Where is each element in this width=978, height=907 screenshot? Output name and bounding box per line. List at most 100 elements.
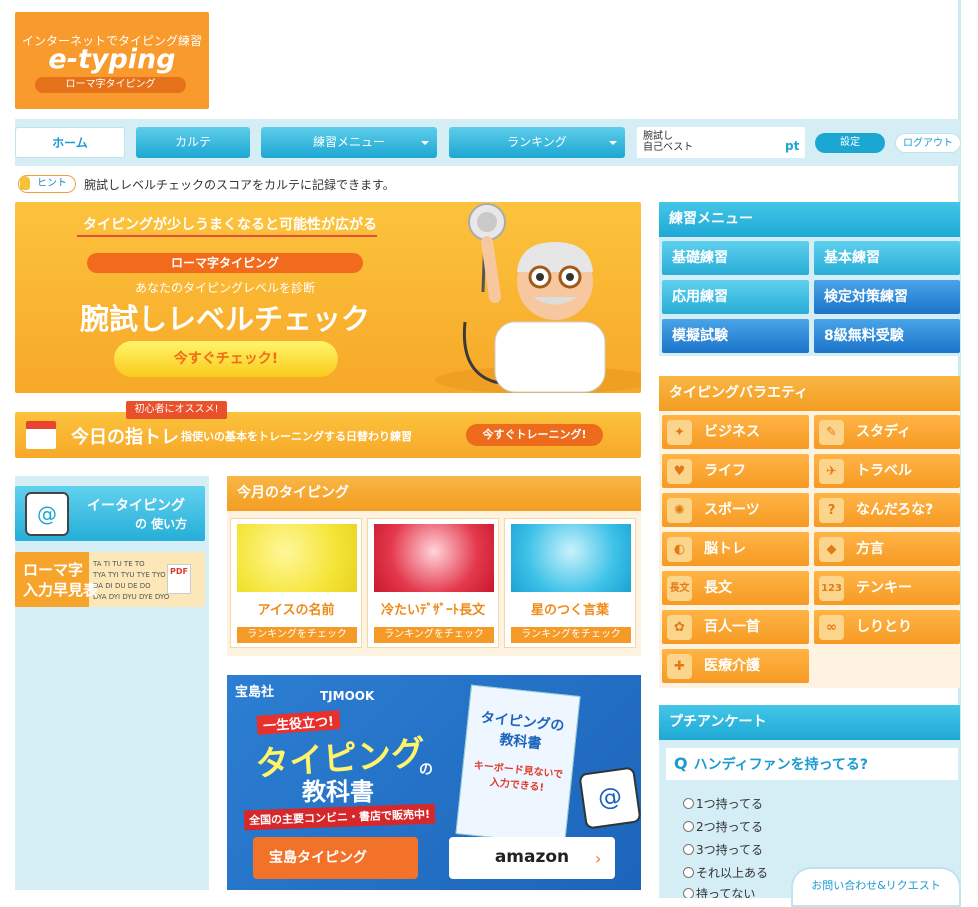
book-cover-title: タイピングの教科書	[479, 709, 566, 753]
doctor-illustration	[435, 203, 641, 393]
train-now-button[interactable]: 今すぐトレーニング!	[466, 424, 603, 446]
radio-button[interactable]	[683, 821, 694, 832]
practice-free-exam-button[interactable]: 8級無料受験	[814, 319, 960, 353]
survey-option[interactable]: 持ってない	[683, 885, 755, 898]
nav-home-button[interactable]: ホーム	[15, 127, 125, 158]
variety-label: トラベル	[856, 463, 912, 479]
pdf-icon: PDF	[167, 564, 191, 594]
score-label-1: 腕試し	[643, 131, 673, 142]
ad-title2: 教科書	[302, 778, 374, 806]
variety-label: 脳トレ	[704, 541, 746, 557]
nav-practice-dropdown[interactable]: 練習メニュー	[261, 127, 437, 158]
ranking-check-button[interactable]: ランキングをチェック	[511, 627, 631, 643]
radio-button[interactable]	[683, 888, 694, 898]
q-icon: Q	[674, 754, 688, 773]
survey-option[interactable]: 1つ持ってる	[683, 795, 763, 812]
radio-button[interactable]	[683, 844, 694, 855]
logo-name: e-typing	[48, 44, 176, 75]
amazon-button[interactable]: amazon	[449, 837, 615, 879]
ranking-check-button[interactable]: ランキングをチェック	[237, 627, 357, 643]
variety-study[interactable]: ✎ スタディ	[814, 415, 960, 449]
variety-label: 百人一首	[704, 619, 760, 635]
practice-mock-exam-button[interactable]: 模擬試験	[662, 319, 809, 353]
karuta-icon: ✿	[667, 615, 692, 640]
numbers-icon: 123	[819, 576, 844, 601]
chevron-down-icon	[421, 141, 429, 145]
variety-dialect[interactable]: ◆ 方言	[814, 532, 960, 566]
monthly-card-title: 冷たいﾃﾞｻﾞｰﾄ長文	[380, 603, 485, 618]
variety-long-text[interactable]: 長文 長文	[662, 571, 809, 605]
hint-text: 腕試しレベルチェックのスコアをカルテに記録できます。	[84, 178, 395, 192]
monthly-card-title: 星のつく言葉	[530, 603, 609, 618]
check-now-button[interactable]: 今すぐチェック!	[114, 341, 338, 377]
ice-blue-image	[511, 524, 631, 592]
practice-applied-button[interactable]: 応用練習	[662, 280, 809, 314]
daily-training-banner[interactable]: 今日の指トレ 指使いの基本をトレーニングする日替わり練習 今すぐトレーニング!	[15, 412, 641, 458]
necktie-icon: ✦	[667, 420, 692, 445]
racket-icon: ✺	[667, 498, 692, 523]
long-text-icon: 長文	[667, 576, 692, 601]
monthly-card-dessert[interactable]: 冷たいﾃﾞｻﾞｰﾄ長文 ランキングをチェック	[367, 518, 499, 648]
variety-tenkey[interactable]: 123 テンキー	[814, 571, 960, 605]
practice-exam-prep-button[interactable]: 検定対策練習	[814, 280, 960, 314]
romaji-line1: ローマ字	[23, 561, 84, 579]
banner-title: 腕試しレベルチェック	[79, 302, 370, 336]
nav-karte-button[interactable]: カルテ	[136, 127, 250, 158]
takarajima-typing-button[interactable]: 宝島タイピング	[253, 837, 418, 879]
monthly-card-title: アイスの名前	[257, 603, 335, 618]
variety-label: しりとり	[856, 619, 912, 635]
variety-label: スポーツ	[704, 502, 760, 518]
variety-hyakunin[interactable]: ✿ 百人一首	[662, 610, 809, 644]
variety-travel[interactable]: ✈ トラベル	[814, 454, 960, 488]
site-logo[interactable]: インターネットでタイピング練習 e-typing ローマ字タイピング	[15, 12, 209, 109]
survey-option[interactable]: 3つ持ってる	[683, 841, 763, 858]
logout-button[interactable]: ログアウト	[895, 133, 961, 153]
radio-button[interactable]	[683, 867, 694, 878]
variety-label: 方言	[856, 541, 884, 557]
variety-brain[interactable]: ◐ 脳トレ	[662, 532, 809, 566]
variety-shiritori[interactable]: ∞ しりとり	[814, 610, 960, 644]
level-check-banner[interactable]: タイピングが少しうまくなると可能性が広がる ローマ字タイピング あなたのタイピン…	[15, 202, 641, 393]
usage-line2: の 使い方	[135, 517, 188, 531]
ad-mook: TJMOOK	[320, 689, 375, 703]
nav-ranking-dropdown[interactable]: ランキング	[449, 127, 625, 158]
variety-mystery[interactable]: ? なんだろな?	[814, 493, 960, 527]
calendar-icon	[26, 421, 56, 449]
banner-badge: ローマ字タイピング	[87, 253, 363, 273]
variety-business[interactable]: ✦ ビジネス	[662, 415, 809, 449]
survey-option-label: 持ってない	[696, 887, 756, 898]
practice-fundamental-button[interactable]: 基本練習	[814, 241, 960, 275]
variety-label: なんだろな?	[856, 502, 934, 518]
monthly-card-star[interactable]: 星のつく言葉 ランキングをチェック	[504, 518, 636, 648]
settings-button[interactable]: 設定	[815, 133, 885, 153]
ice-red-image	[374, 524, 494, 592]
survey-option[interactable]: 2つ持ってる	[683, 818, 763, 835]
banner-lead: あなたのタイピングレベルを診断	[134, 281, 315, 295]
survey-option-label: 3つ持ってる	[696, 843, 764, 857]
variety-medical[interactable]: ✚ 医療介護	[662, 649, 809, 683]
variety-life[interactable]: ♥ ライフ	[662, 454, 809, 488]
ranking-check-button[interactable]: ランキングをチェック	[374, 627, 494, 643]
logo-sub: ローマ字タイピング	[35, 77, 186, 93]
score-label-2: 自己ベスト	[643, 142, 694, 153]
usage-guide-banner[interactable]: @ イータイピング の 使い方	[15, 486, 205, 541]
chevron-right-icon: ›	[595, 849, 602, 868]
romaji-chart-banner[interactable]: TA TI TU TE TO TYA TYI TYU TYE TYO DA DI D…	[15, 552, 205, 607]
radio-button[interactable]	[683, 798, 694, 809]
variety-label: テンキー	[856, 580, 912, 596]
book-ad-banner[interactable]: 宝島社 TJMOOK 一生役立つ! タイピング の 教科書 全国の主要コンビニ・…	[227, 675, 641, 890]
variety-heading: タイピングバラエティ	[659, 376, 960, 411]
variety-sports[interactable]: ✺ スポーツ	[662, 493, 809, 527]
ice-yellow-image	[237, 524, 357, 592]
monthly-card-ice[interactable]: アイスの名前 ランキングをチェック	[230, 518, 362, 648]
survey-option[interactable]: それ以上ある	[683, 864, 768, 881]
variety-label: ビジネス	[704, 424, 760, 440]
ad-title-no: の	[419, 762, 433, 778]
airplane-icon: ✈	[819, 459, 844, 484]
contact-request-button[interactable]: お問い合わせ&リクエスト	[791, 867, 961, 907]
variety-label: ライフ	[704, 463, 746, 479]
nav-practice-label: 練習メニュー	[312, 135, 385, 149]
practice-basic-button[interactable]: 基礎練習	[662, 241, 809, 275]
survey-question-box: Q ハンディファンを持ってる?	[666, 748, 958, 780]
ad-publisher: 宝島社	[235, 685, 275, 700]
